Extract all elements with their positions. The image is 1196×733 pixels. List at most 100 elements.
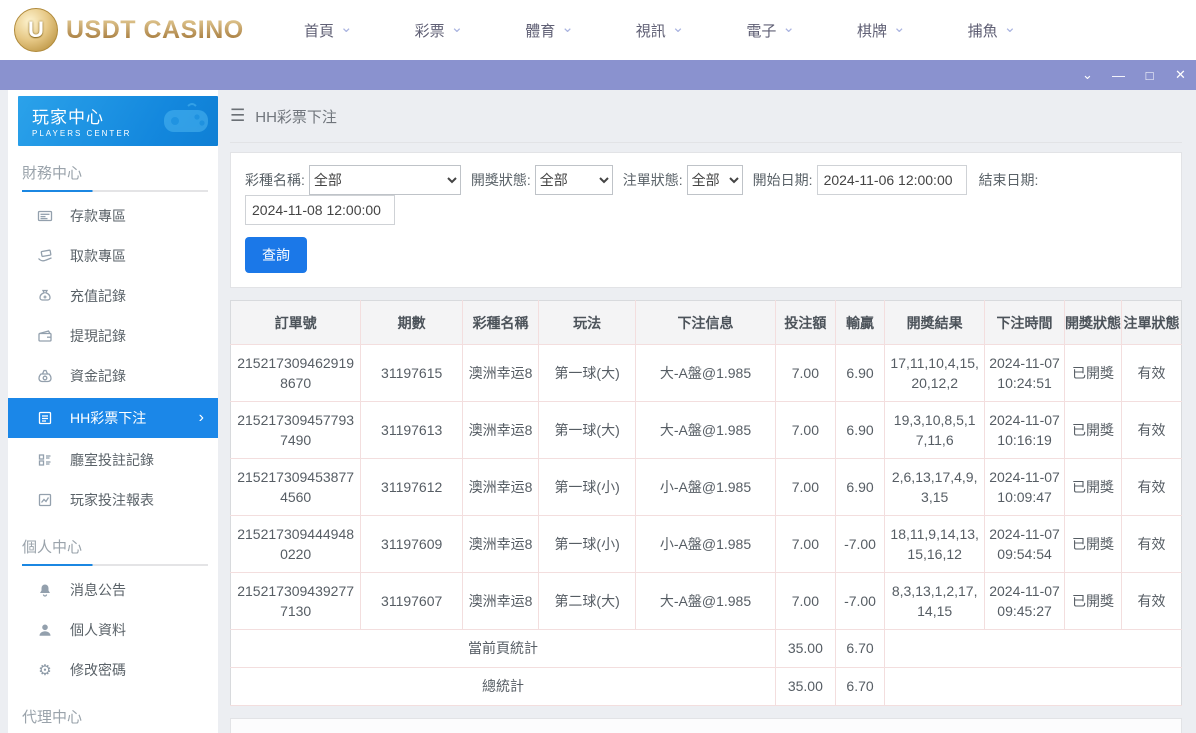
bet-table: 訂單號 期數 彩種名稱 玩法 下注信息 投注額 輸贏 開獎結果 下注時間 開獎狀態 注單狀態 215… bbox=[229, 300, 1182, 706]
table-cell: 6.90 bbox=[834, 458, 886, 516]
window-chevron-icon[interactable]: ⌄ bbox=[1072, 60, 1103, 90]
summary-bet-total: 35.00 bbox=[774, 667, 836, 706]
breadcrumb: ☰ HH彩票下注 bbox=[230, 90, 1182, 143]
brand-logo[interactable]: U USDT CASINO bbox=[14, 8, 264, 52]
end-date-input[interactable] bbox=[245, 195, 395, 225]
table-cell: 18,11,9,14,13,15,16,12 bbox=[884, 515, 986, 573]
bet-table-head: 訂單號 期數 彩種名稱 玩法 下注信息 投注額 輸贏 開獎結果 下注時間 開獎狀態 注單狀態 bbox=[229, 300, 1182, 345]
lottery-name-label: 彩種名稱: bbox=[245, 172, 305, 188]
table-cell: -7.00 bbox=[834, 572, 886, 630]
bet-table-body: 2152173094629198670 31197615 澳洲幸运8 第一球(大) 大-… bbox=[229, 344, 1182, 706]
sidebar-item-label: 個人資料 bbox=[70, 622, 126, 638]
nav-item-fishing[interactable]: 捕魚 ⌄ bbox=[968, 20, 1017, 41]
sidebar-item-hh-lottery-bets[interactable]: HH彩票下注 › bbox=[8, 398, 218, 438]
gamepad-icon bbox=[164, 103, 208, 132]
lottery-list-icon bbox=[36, 410, 54, 426]
table-cell: 7.00 bbox=[774, 515, 836, 573]
nav-label: 視訊 bbox=[635, 22, 666, 40]
nav-item-lottery[interactable]: 彩票 ⌄ bbox=[415, 20, 464, 41]
section-rule bbox=[22, 564, 208, 566]
table-cell: 31197612 bbox=[360, 458, 464, 516]
window-close-icon[interactable]: ✕ bbox=[1165, 60, 1196, 90]
summary-bet-total: 35.00 bbox=[774, 629, 836, 668]
summary-empty-cell bbox=[884, 629, 1182, 668]
chevron-down-icon: ⌄ bbox=[340, 19, 353, 36]
section-rule bbox=[22, 190, 208, 192]
start-date-label: 開始日期: bbox=[752, 172, 813, 188]
sidebar-item-label: 資金記錄 bbox=[70, 368, 126, 384]
sidebar-item-deposit-area[interactable]: 存款專區 bbox=[8, 196, 218, 236]
section-title-personal: 個人中心 bbox=[22, 539, 83, 556]
table-cell: 有效 bbox=[1121, 458, 1182, 516]
menu-icon[interactable]: ☰ bbox=[230, 106, 245, 126]
table-cell: 第二球(大) bbox=[538, 572, 637, 630]
nav-item-video[interactable]: 視訊 ⌄ bbox=[636, 20, 685, 41]
chevron-down-icon: ⌄ bbox=[782, 19, 795, 36]
window-maximize-icon[interactable]: □ bbox=[1134, 60, 1165, 90]
nav-item-chess[interactable]: 棋牌 ⌄ bbox=[857, 20, 906, 41]
sidebar-item-announcements[interactable]: 消息公告 bbox=[8, 570, 218, 610]
table-cell: 6.90 bbox=[834, 344, 886, 402]
summary-label: 總統計 bbox=[230, 667, 776, 706]
table-cell: 7.00 bbox=[774, 401, 836, 459]
summary-win-loss: 6.70 bbox=[834, 667, 886, 706]
pagination-bar: 每頁顯示20條 共5条 首页 上一页 [1] 下一页 第 页 跳转 bbox=[230, 718, 1182, 733]
withdraw-hand-icon bbox=[36, 248, 54, 264]
workspace: 玩家中心 PLAYERS CENTER 財務中心 存款專區 取款專區 充值記錄 … bbox=[0, 90, 1196, 733]
sidebar-item-profile[interactable]: 個人資料 bbox=[8, 610, 218, 650]
draw-status-select[interactable]: 全部 bbox=[534, 165, 613, 195]
sidebar-item-fund-record[interactable]: 資金記錄 bbox=[8, 356, 218, 396]
nav-item-home[interactable]: 首頁 ⌄ bbox=[304, 20, 353, 41]
summary-label: 當前頁統計 bbox=[230, 629, 776, 668]
table-cell: 澳洲幸运8 bbox=[462, 401, 540, 459]
table-cell: 7.00 bbox=[774, 572, 836, 630]
sidebar-item-change-password[interactable]: ⚙ 修改密碼 bbox=[8, 650, 218, 690]
sidebar-item-recharge-record[interactable]: 充值記錄 bbox=[8, 276, 218, 316]
table-cell: 2152173094538774560 bbox=[229, 458, 362, 516]
chevron-down-icon: ⌄ bbox=[450, 19, 464, 36]
lottery-name-select[interactable]: 全部 bbox=[308, 165, 461, 195]
table-cell: 2024-11-07 10:24:51 bbox=[984, 344, 1065, 402]
sidebar-item-label: 取款專區 bbox=[70, 248, 126, 264]
app-header: U USDT CASINO 首頁 ⌄ 彩票 ⌄ 體育 ⌄ 視訊 ⌄ 電子 ⌄ 棋… bbox=[0, 0, 1196, 60]
section-title-finance: 財務中心 bbox=[22, 165, 83, 182]
nav-item-electronic[interactable]: 電子 ⌄ bbox=[746, 20, 795, 41]
sidebar-item-player-bet-report[interactable]: 玩家投注報表 bbox=[8, 480, 218, 520]
table-cell: 31197607 bbox=[360, 572, 464, 630]
summary-row: 總統計 35.00 6.70 bbox=[230, 667, 1182, 706]
main-content: ☰ HH彩票下注 彩種名稱: 全部 開獎狀態: 全部 注單狀態: 全部 開始日期… bbox=[218, 90, 1196, 733]
table-header-cell: 投注額 bbox=[774, 300, 836, 345]
table-cell: 2152173094392777130 bbox=[229, 572, 362, 630]
page-title: HH彩票下注 bbox=[255, 108, 337, 126]
nav-label: 首頁 bbox=[304, 22, 335, 40]
chevron-down-icon: ⌄ bbox=[671, 19, 685, 36]
user-icon bbox=[36, 622, 54, 638]
chevron-down-icon: ⌄ bbox=[1003, 19, 1017, 36]
table-cell: 有效 bbox=[1121, 515, 1182, 573]
table-header-cell: 彩種名稱 bbox=[462, 300, 540, 345]
nav-item-sports[interactable]: 體育 ⌄ bbox=[525, 20, 574, 41]
sidebar-item-cashout-record[interactable]: 提現記錄 bbox=[8, 316, 218, 356]
table-cell: 已開獎 bbox=[1063, 515, 1123, 573]
sidebar-item-withdraw-area[interactable]: 取款專區 bbox=[8, 236, 218, 276]
order-status-label: 注單狀態: bbox=[622, 172, 683, 188]
sidebar-item-label: 存款專區 bbox=[70, 208, 126, 224]
table-cell: 2024-11-07 09:54:54 bbox=[984, 515, 1065, 573]
sidebar-item-hall-bet-record[interactable]: 廳室投註記錄 bbox=[8, 440, 218, 480]
nav-label: 體育 bbox=[525, 22, 556, 40]
chevron-down-icon: ⌄ bbox=[892, 19, 906, 36]
search-button[interactable]: 查詢 bbox=[245, 237, 307, 273]
sidebar-item-label: 提現記錄 bbox=[70, 328, 126, 344]
table-cell: 2152173094449480220 bbox=[229, 515, 362, 573]
start-date-input[interactable] bbox=[816, 165, 967, 195]
summary-row: 當前頁統計 35.00 6.70 bbox=[230, 629, 1182, 668]
table-cell: 31197615 bbox=[360, 344, 464, 402]
order-status-select[interactable]: 全部 bbox=[686, 165, 743, 195]
section-title-agent: 代理中心 bbox=[22, 709, 83, 726]
coin-purse-icon bbox=[36, 368, 54, 384]
window-minimize-icon[interactable]: — bbox=[1103, 60, 1134, 90]
summary-win-loss: 6.70 bbox=[834, 629, 886, 668]
table-cell: 2024-11-07 09:45:27 bbox=[984, 572, 1065, 630]
table-cell: 第一球(大) bbox=[538, 344, 637, 402]
table-cell: 有效 bbox=[1121, 572, 1182, 630]
